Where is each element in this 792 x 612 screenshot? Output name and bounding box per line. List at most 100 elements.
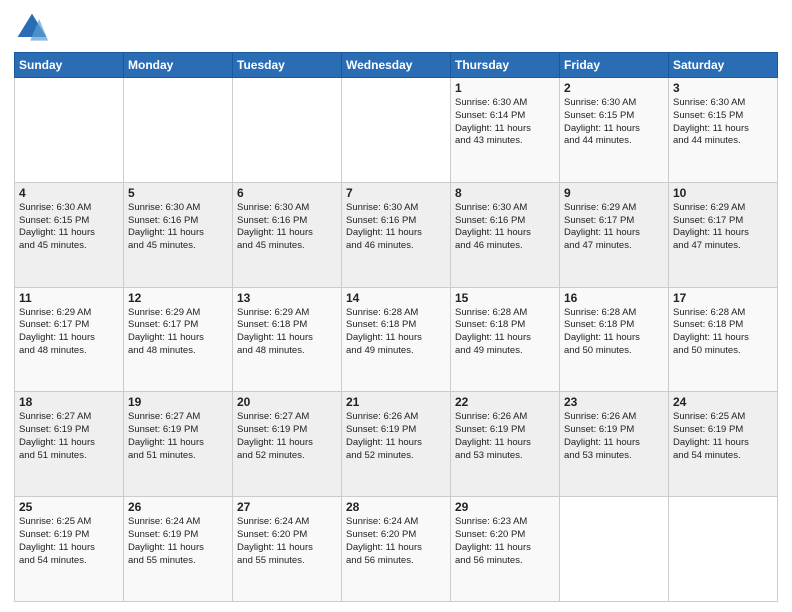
calendar-cell: 19Sunrise: 6:27 AM Sunset: 6:19 PM Dayli… <box>124 392 233 497</box>
calendar-cell <box>124 78 233 183</box>
day-info: Sunrise: 6:30 AM Sunset: 6:15 PM Dayligh… <box>564 97 664 148</box>
day-info: Sunrise: 6:28 AM Sunset: 6:18 PM Dayligh… <box>455 307 555 358</box>
day-number: 29 <box>455 500 555 514</box>
calendar-cell: 21 Sunrise: 6:26 AM Sunset: 6:19 PM Dayli… <box>342 392 451 497</box>
page: SundayMondayTuesdayWednesdayThursdayFrid… <box>0 0 792 612</box>
day-info: Sunrise: 6:25 AM Sunset: 6:19 PM Dayligh… <box>673 411 773 462</box>
calendar-cell: 7 Sunrise: 6:30 AM Sunset: 6:16 PM Daylig… <box>342 182 451 287</box>
col-header-friday: Friday <box>560 53 669 78</box>
calendar-cell: 3Sunrise: 6:30 AM Sunset: 6:15 PM Daylig… <box>669 78 778 183</box>
calendar-cell <box>560 497 669 602</box>
calendar-cell: 20 Sunrise: 6:27 AM Sunset: 6:19 PM Dayli… <box>233 392 342 497</box>
day-info: Sunrise: 6:23 AM Sunset: 6:20 PM Dayligh… <box>455 516 555 567</box>
col-header-tuesday: Tuesday <box>233 53 342 78</box>
day-number: 24 <box>673 395 773 409</box>
day-info: Sunrise: 6:29 AM Sunset: 6:17 PM Dayligh… <box>673 202 773 253</box>
calendar-week-0: 1 Sunrise: 6:30 AM Sunset: 6:14 PM Daylig… <box>15 78 778 183</box>
calendar-cell: 9Sunrise: 6:29 AM Sunset: 6:17 PM Daylig… <box>560 182 669 287</box>
day-info: Sunrise: 6:25 AM Sunset: 6:19 PM Dayligh… <box>19 516 119 567</box>
day-info: Sunrise: 6:27 AM Sunset: 6:19 PM Dayligh… <box>237 411 337 462</box>
day-number: 7 <box>346 186 446 200</box>
day-number: 20 <box>237 395 337 409</box>
calendar-cell: 16 Sunrise: 6:28 AM Sunset: 6:18 PM Dayli… <box>560 287 669 392</box>
header <box>14 10 778 46</box>
calendar-cell: 13Sunrise: 6:29 AM Sunset: 6:18 PM Dayli… <box>233 287 342 392</box>
day-number: 16 <box>564 291 664 305</box>
calendar-cell: 5 Sunrise: 6:30 AM Sunset: 6:16 PM Daylig… <box>124 182 233 287</box>
calendar-cell <box>233 78 342 183</box>
calendar-cell: 2 Sunrise: 6:30 AM Sunset: 6:15 PM Daylig… <box>560 78 669 183</box>
col-header-wednesday: Wednesday <box>342 53 451 78</box>
calendar-cell: 1 Sunrise: 6:30 AM Sunset: 6:14 PM Daylig… <box>451 78 560 183</box>
day-number: 1 <box>455 81 555 95</box>
calendar-cell: 23 Sunrise: 6:26 AM Sunset: 6:19 PM Dayli… <box>560 392 669 497</box>
col-header-monday: Monday <box>124 53 233 78</box>
col-header-saturday: Saturday <box>669 53 778 78</box>
day-info: Sunrise: 6:28 AM Sunset: 6:18 PM Dayligh… <box>564 307 664 358</box>
day-info: Sunrise: 6:30 AM Sunset: 6:16 PM Dayligh… <box>346 202 446 253</box>
day-info: Sunrise: 6:26 AM Sunset: 6:19 PM Dayligh… <box>346 411 446 462</box>
day-number: 23 <box>564 395 664 409</box>
calendar-cell: 6 Sunrise: 6:30 AM Sunset: 6:16 PM Daylig… <box>233 182 342 287</box>
day-info: Sunrise: 6:28 AM Sunset: 6:18 PM Dayligh… <box>346 307 446 358</box>
day-number: 6 <box>237 186 337 200</box>
calendar-cell: 27 Sunrise: 6:24 AM Sunset: 6:20 PM Dayli… <box>233 497 342 602</box>
day-number: 28 <box>346 500 446 514</box>
calendar-cell <box>15 78 124 183</box>
calendar-cell <box>669 497 778 602</box>
day-info: Sunrise: 6:29 AM Sunset: 6:17 PM Dayligh… <box>564 202 664 253</box>
day-number: 2 <box>564 81 664 95</box>
day-number: 21 <box>346 395 446 409</box>
calendar-cell: 8 Sunrise: 6:30 AM Sunset: 6:16 PM Daylig… <box>451 182 560 287</box>
calendar-table: SundayMondayTuesdayWednesdayThursdayFrid… <box>14 52 778 602</box>
day-number: 4 <box>19 186 119 200</box>
calendar-week-3: 18 Sunrise: 6:27 AM Sunset: 6:19 PM Dayli… <box>15 392 778 497</box>
col-header-thursday: Thursday <box>451 53 560 78</box>
day-info: Sunrise: 6:29 AM Sunset: 6:18 PM Dayligh… <box>237 307 337 358</box>
calendar-cell <box>342 78 451 183</box>
day-info: Sunrise: 6:30 AM Sunset: 6:15 PM Dayligh… <box>673 97 773 148</box>
calendar-cell: 28 Sunrise: 6:24 AM Sunset: 6:20 PM Dayli… <box>342 497 451 602</box>
calendar-cell: 22Sunrise: 6:26 AM Sunset: 6:19 PM Dayli… <box>451 392 560 497</box>
day-number: 10 <box>673 186 773 200</box>
day-number: 11 <box>19 291 119 305</box>
calendar-week-1: 4 Sunrise: 6:30 AM Sunset: 6:15 PM Daylig… <box>15 182 778 287</box>
day-info: Sunrise: 6:24 AM Sunset: 6:19 PM Dayligh… <box>128 516 228 567</box>
day-info: Sunrise: 6:28 AM Sunset: 6:18 PM Dayligh… <box>673 307 773 358</box>
calendar-cell: 11 Sunrise: 6:29 AM Sunset: 6:17 PM Dayli… <box>15 287 124 392</box>
calendar-cell: 26 Sunrise: 6:24 AM Sunset: 6:19 PM Dayli… <box>124 497 233 602</box>
day-number: 8 <box>455 186 555 200</box>
day-number: 17 <box>673 291 773 305</box>
day-info: Sunrise: 6:29 AM Sunset: 6:17 PM Dayligh… <box>19 307 119 358</box>
day-info: Sunrise: 6:26 AM Sunset: 6:19 PM Dayligh… <box>455 411 555 462</box>
calendar-cell: 14Sunrise: 6:28 AM Sunset: 6:18 PM Dayli… <box>342 287 451 392</box>
day-info: Sunrise: 6:27 AM Sunset: 6:19 PM Dayligh… <box>19 411 119 462</box>
calendar-header-row: SundayMondayTuesdayWednesdayThursdayFrid… <box>15 53 778 78</box>
day-number: 18 <box>19 395 119 409</box>
day-info: Sunrise: 6:30 AM Sunset: 6:15 PM Dayligh… <box>19 202 119 253</box>
day-info: Sunrise: 6:30 AM Sunset: 6:14 PM Dayligh… <box>455 97 555 148</box>
day-info: Sunrise: 6:29 AM Sunset: 6:17 PM Dayligh… <box>128 307 228 358</box>
day-number: 15 <box>455 291 555 305</box>
day-info: Sunrise: 6:24 AM Sunset: 6:20 PM Dayligh… <box>237 516 337 567</box>
calendar-week-4: 25 Sunrise: 6:25 AM Sunset: 6:19 PM Dayli… <box>15 497 778 602</box>
calendar-cell: 4 Sunrise: 6:30 AM Sunset: 6:15 PM Daylig… <box>15 182 124 287</box>
day-number: 26 <box>128 500 228 514</box>
calendar-cell: 17 Sunrise: 6:28 AM Sunset: 6:18 PM Dayli… <box>669 287 778 392</box>
day-number: 5 <box>128 186 228 200</box>
calendar-cell: 15 Sunrise: 6:28 AM Sunset: 6:18 PM Dayli… <box>451 287 560 392</box>
day-info: Sunrise: 6:30 AM Sunset: 6:16 PM Dayligh… <box>237 202 337 253</box>
calendar-cell: 18 Sunrise: 6:27 AM Sunset: 6:19 PM Dayli… <box>15 392 124 497</box>
day-info: Sunrise: 6:27 AM Sunset: 6:19 PM Dayligh… <box>128 411 228 462</box>
col-header-sunday: Sunday <box>15 53 124 78</box>
day-info: Sunrise: 6:30 AM Sunset: 6:16 PM Dayligh… <box>128 202 228 253</box>
calendar-cell: 24 Sunrise: 6:25 AM Sunset: 6:19 PM Dayli… <box>669 392 778 497</box>
logo-icon <box>14 10 50 46</box>
day-number: 27 <box>237 500 337 514</box>
day-info: Sunrise: 6:30 AM Sunset: 6:16 PM Dayligh… <box>455 202 555 253</box>
day-number: 25 <box>19 500 119 514</box>
day-info: Sunrise: 6:26 AM Sunset: 6:19 PM Dayligh… <box>564 411 664 462</box>
day-number: 12 <box>128 291 228 305</box>
day-info: Sunrise: 6:24 AM Sunset: 6:20 PM Dayligh… <box>346 516 446 567</box>
calendar-cell: 12 Sunrise: 6:29 AM Sunset: 6:17 PM Dayli… <box>124 287 233 392</box>
